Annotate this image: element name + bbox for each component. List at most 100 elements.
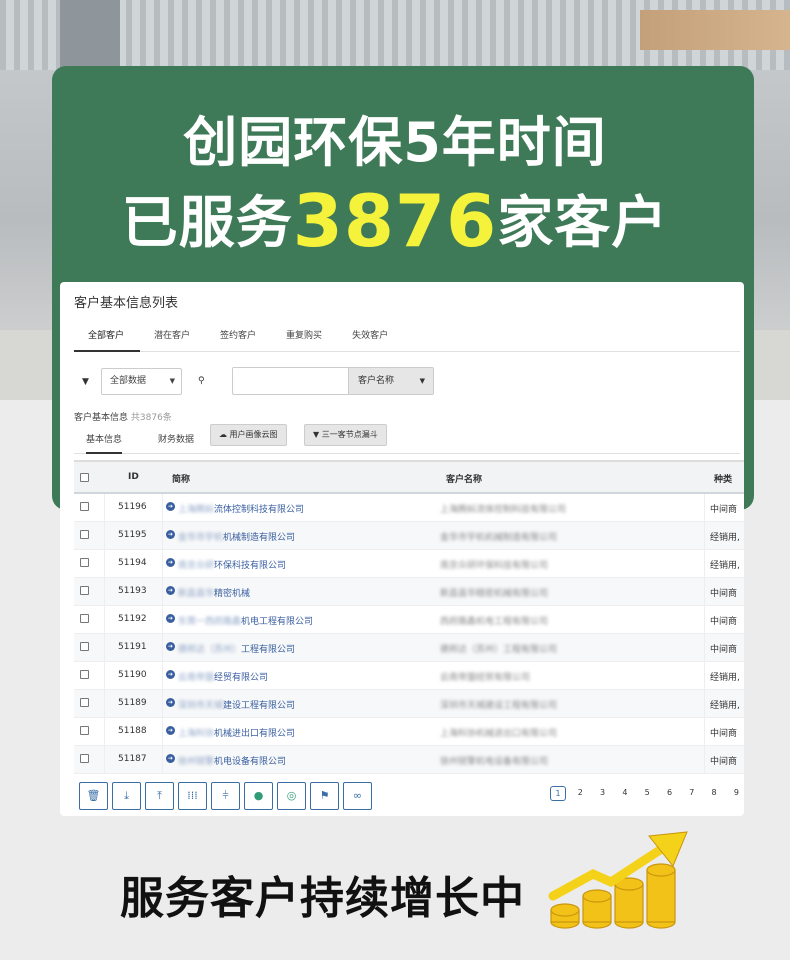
- subtab-finance-data[interactable]: 财务数据: [158, 432, 194, 454]
- select-all-checkbox[interactable]: [80, 473, 89, 482]
- row-short-name-link[interactable]: 徐州锐擎机电设备有限公司: [178, 754, 286, 767]
- arrow-right-icon[interactable]: ➔: [166, 558, 175, 567]
- column-divider: [704, 578, 705, 605]
- page-2-button[interactable]: 2: [572, 786, 588, 801]
- row-customer-name: 上海腾蚪流体控制科技有限公司: [440, 505, 567, 515]
- row-short-name: 流体控制科技有限公司: [214, 505, 305, 515]
- row-id: 51192: [118, 614, 147, 624]
- row-checkbox[interactable]: [80, 614, 89, 623]
- row-type: 经销用,: [710, 561, 740, 571]
- column-divider: [704, 718, 705, 745]
- chevron-down-icon: ▼: [169, 377, 175, 385]
- arrow-right-icon[interactable]: ➔: [166, 530, 175, 539]
- row-short-name-link[interactable]: 德邦达（苏州）工程有限公司: [178, 642, 295, 655]
- table-row[interactable]: 51191 ➔ 德邦达（苏州）工程有限公司 德邦达（苏州）工程有限公司 中间商: [74, 634, 744, 662]
- column-divider: [104, 718, 105, 745]
- row-customer-name: 西府路鑫机电工程有限公司: [440, 617, 549, 627]
- row-short-name-link[interactable]: 云南帝盟经贸有限公司: [178, 670, 268, 683]
- row-checkbox[interactable]: [80, 502, 89, 511]
- search-input[interactable]: [232, 367, 349, 395]
- row-checkbox[interactable]: [80, 698, 89, 707]
- arrow-right-icon[interactable]: ➔: [166, 726, 175, 735]
- arrow-right-icon[interactable]: ➔: [166, 586, 175, 595]
- table-row[interactable]: 51187 ➔ 徐州锐擎机电设备有限公司 徐州锐擎机电设备有限公司 中间商: [74, 746, 744, 774]
- row-short-name-link[interactable]: 上海腾蚪流体控制科技有限公司: [178, 502, 304, 515]
- row-short-name-link[interactable]: 金华市宇机机械制造有限公司: [178, 530, 295, 543]
- page-4-button[interactable]: 4: [617, 786, 633, 801]
- column-divider: [162, 662, 163, 689]
- table-row[interactable]: 51190 ➔ 云南帝盟经贸有限公司 云南帝盟经贸有限公司 经销用,: [74, 662, 744, 690]
- tab-potential-customers[interactable]: 潜在客户: [140, 328, 206, 352]
- data-scope-value: 全部数据: [110, 376, 147, 386]
- table-row[interactable]: 51196 ➔ 上海腾蚪流体控制科技有限公司 上海腾蚪流体控制科技有限公司 中间商: [74, 494, 744, 522]
- page-1-button[interactable]: 1: [550, 786, 566, 801]
- row-checkbox[interactable]: [80, 754, 89, 763]
- row-short-name-blurred: 新昌县华: [178, 589, 215, 599]
- arrow-right-icon[interactable]: ➔: [166, 754, 175, 763]
- arrow-right-icon[interactable]: ➔: [166, 642, 175, 651]
- tab-all-customers[interactable]: 全部客户: [74, 328, 141, 352]
- cloud-icon: ☁: [219, 430, 227, 439]
- link-button[interactable]: ∞: [343, 782, 372, 810]
- column-divider: [162, 606, 163, 633]
- arrow-right-icon[interactable]: ➔: [166, 670, 175, 679]
- table-row[interactable]: 51192 ➔ 东莞一西府路鑫机电工程有限公司 西府路鑫机电工程有限公司 中间商: [74, 606, 744, 634]
- align-button[interactable]: ⫩: [211, 782, 240, 810]
- tab-lost-customers[interactable]: 失效客户: [338, 328, 404, 352]
- tab-signed-customers[interactable]: 签约客户: [206, 328, 272, 352]
- table-row[interactable]: 51194 ➔ 南京众研环保科技有限公司 南京众研环保科技有限公司 经销用,: [74, 550, 744, 578]
- page-9-button[interactable]: 9: [728, 786, 744, 801]
- row-short-name-link[interactable]: 上海科协机械进出口有限公司: [178, 726, 295, 739]
- search-icon: ⚲: [198, 376, 205, 386]
- row-short-name-link[interactable]: 深圳市天城建设工程有限公司: [178, 698, 295, 711]
- info-label: 客户基本信息: [74, 413, 129, 423]
- arrow-right-icon[interactable]: ➔: [166, 698, 175, 707]
- column-divider: [104, 606, 105, 633]
- user-profile-cloud-button[interactable]: ☁ 用户画像云图: [210, 424, 287, 446]
- arrow-right-icon[interactable]: ➔: [166, 502, 175, 511]
- column-divider: [704, 746, 705, 773]
- row-short-name-blurred: 云南帝盟: [178, 673, 215, 683]
- row-short-name-link[interactable]: 新昌县华精密机械: [178, 586, 250, 599]
- headline-line2: 已服务3876家客户: [0, 178, 790, 263]
- page-7-button[interactable]: 7: [684, 786, 700, 801]
- row-checkbox[interactable]: [80, 586, 89, 595]
- row-checkbox[interactable]: [80, 558, 89, 567]
- row-short-name-link[interactable]: 东莞一西府路鑫机电工程有限公司: [178, 614, 313, 627]
- row-id: 51193: [118, 586, 147, 596]
- target-button[interactable]: ◎: [277, 782, 306, 810]
- table-row[interactable]: 51188 ➔ 上海科协机械进出口有限公司 上海科协机械进出口有限公司 中间商: [74, 718, 744, 746]
- table-row[interactable]: 51193 ➔ 新昌县华精密机械 新昌县华精密机械有限公司 中间商: [74, 578, 744, 606]
- arrow-right-icon[interactable]: ➔: [166, 614, 175, 623]
- row-checkbox[interactable]: [80, 642, 89, 651]
- trash-button[interactable]: 🗑: [79, 782, 108, 810]
- page-3-button[interactable]: 3: [595, 786, 611, 801]
- subtab-basic-info[interactable]: 基本信息: [86, 432, 123, 454]
- row-customer-name: 深圳市天城建设工程有限公司: [440, 701, 558, 711]
- upload-button[interactable]: ⤒: [145, 782, 174, 810]
- chat-button[interactable]: ●: [244, 782, 273, 810]
- download-button[interactable]: ⤓: [112, 782, 141, 810]
- page-5-button[interactable]: 5: [639, 786, 655, 801]
- columns-button[interactable]: ⁞⁞⁞: [178, 782, 207, 810]
- row-type: 中间商: [710, 589, 738, 599]
- page-6-button[interactable]: 6: [662, 786, 678, 801]
- row-type: 经销用,: [710, 673, 740, 683]
- sitemap-button[interactable]: ⚑: [310, 782, 339, 810]
- row-checkbox[interactable]: [80, 530, 89, 539]
- table-row[interactable]: 51189 ➔ 深圳市天城建设工程有限公司 深圳市天城建设工程有限公司 经销用,: [74, 690, 744, 718]
- column-divider: [162, 634, 163, 661]
- row-short-name-blurred: 东莞一西府路鑫: [178, 617, 242, 627]
- page-8-button[interactable]: 8: [706, 786, 722, 801]
- row-checkbox[interactable]: [80, 670, 89, 679]
- search-field-select[interactable]: 客户名称 ▼: [348, 367, 434, 395]
- funnel-button[interactable]: ▼ 三一客节点漏斗: [304, 424, 387, 446]
- row-short-name-link[interactable]: 南京众研环保科技有限公司: [178, 558, 286, 571]
- row-short-name-blurred: 南京众研: [178, 561, 215, 571]
- column-divider: [162, 578, 163, 605]
- table-row[interactable]: 51195 ➔ 金华市宇机机械制造有限公司 金华市宇机机械制造有限公司 经销用,: [74, 522, 744, 550]
- data-scope-select[interactable]: 全部数据 ▼: [101, 368, 182, 395]
- tab-repeat-purchase[interactable]: 重复购买: [272, 328, 338, 352]
- row-checkbox[interactable]: [80, 726, 89, 735]
- row-short-name-blurred: 金华市宇机: [178, 533, 224, 543]
